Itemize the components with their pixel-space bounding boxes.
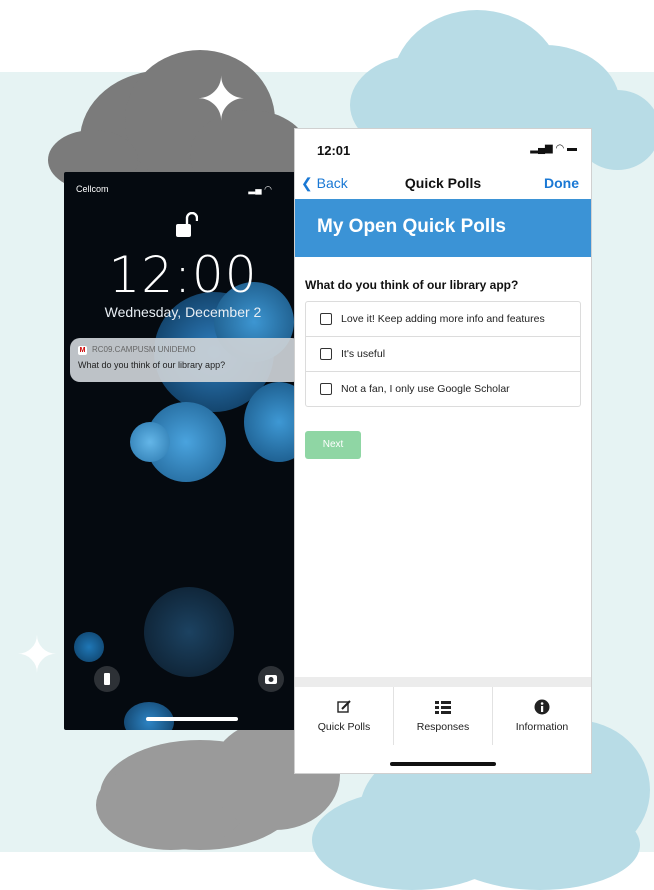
quick-polls-app: 12:01 ▂▄▆ ◠ ▬ ❮ Back Quick Polls Done My… [294,128,592,774]
signal-wifi-icon: ▂▄ ◠ [248,184,272,194]
edit-icon [295,699,393,717]
flashlight-icon [104,673,110,685]
tab-bar: Quick Polls Responses Information [295,687,591,745]
sparkle-icon: ✦ [196,66,247,133]
home-indicator[interactable] [146,717,238,721]
option-label: Love it! Keep adding more info and featu… [341,313,545,325]
checkbox[interactable] [320,313,332,325]
tab-divider [295,677,591,687]
checkbox[interactable] [320,383,332,395]
poll-question: What do you think of our library app? [305,278,519,292]
option-label: It's useful [341,348,386,360]
notification-card[interactable]: M RC09.CAMPUSM UNIDEMO What do you think… [70,338,302,382]
app-icon: M [78,346,87,355]
nav-bar: ❮ Back Quick Polls Done [295,173,591,199]
tab-label: Quick Polls [317,721,371,733]
info-icon [493,699,591,717]
poll-option[interactable]: Not a fan, I only use Google Scholar [306,372,580,406]
camera-button[interactable] [258,666,284,692]
tab-quick-polls[interactable]: Quick Polls [295,687,394,745]
notification-app-name: RC09.CAMPUSM UNIDEMO [92,345,196,354]
status-icons: ▂▄▆ ◠ ▬ [530,143,577,154]
camera-icon [265,675,277,684]
unlocked-padlock-icon [174,211,199,240]
tab-information[interactable]: Information [493,687,591,745]
status-time: 12:01 [317,143,351,158]
list-icon [394,699,492,717]
checkbox[interactable] [320,348,332,360]
lock-time: 12:00 [108,246,258,304]
tab-label: Information [515,721,569,733]
carrier-label: Cellcom [76,184,109,194]
poll-option[interactable]: It's useful [306,337,580,372]
poll-options: Love it! Keep adding more info and featu… [305,301,581,407]
flashlight-button[interactable] [94,666,120,692]
tab-label: Responses [416,721,470,733]
lock-date: Wednesday, December 2 [104,304,262,320]
tab-responses[interactable]: Responses [394,687,493,745]
option-label: Not a fan, I only use Google Scholar [341,383,510,395]
page-header: My Open Quick Polls [295,199,591,257]
sparkle-icon: ✦ [16,627,58,683]
notification-message: What do you think of our library app? [78,360,226,370]
poll-option[interactable]: Love it! Keep adding more info and featu… [306,302,580,337]
lock-screen: Cellcom ▂▄ ◠ 12:00 Wednesday, December 2… [64,172,302,730]
home-indicator[interactable] [390,762,496,766]
page-title: My Open Quick Polls [317,216,506,237]
done-button[interactable]: Done [544,175,579,191]
next-button[interactable]: Next [305,431,361,459]
